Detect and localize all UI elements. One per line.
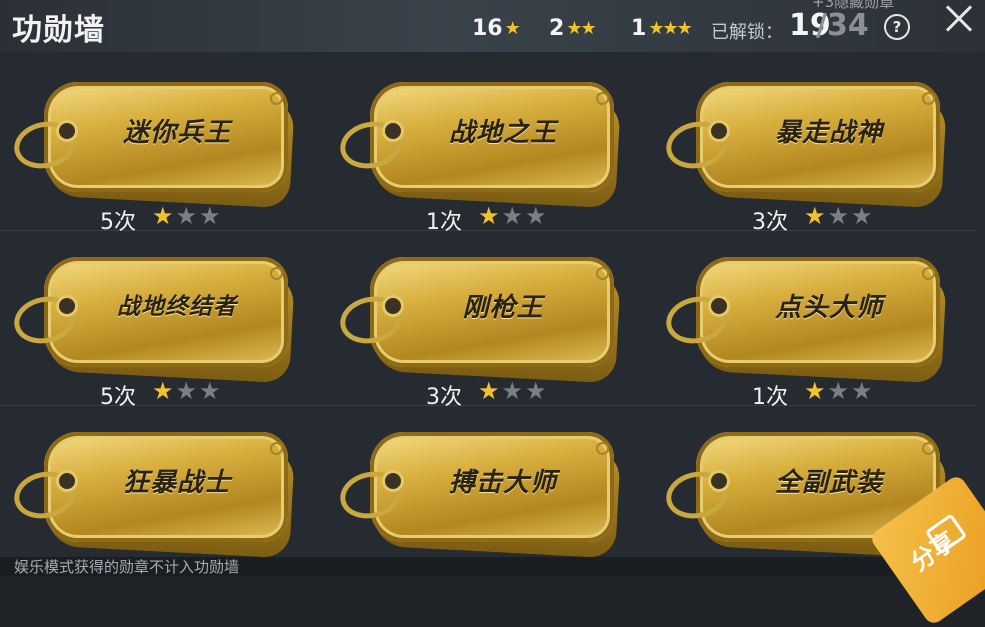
close-icon[interactable]: [940, 0, 978, 38]
tag-dot: [596, 267, 609, 280]
medal-name: 搏击大师: [448, 468, 557, 498]
medal-card[interactable]: 战地终结者 5次 ★★★: [9, 253, 312, 423]
medal-stars: ★★★: [804, 202, 875, 230]
medal-card[interactable]: 点头大师 1次 ★★★: [661, 253, 964, 423]
medal-count: 5次: [100, 210, 136, 235]
medal-count: 3次: [752, 210, 788, 235]
tag-dot: [270, 92, 283, 105]
three-star-count: 1: [631, 15, 647, 41]
unlock-label: 已解锁：: [711, 22, 783, 43]
star-icon: ★: [827, 202, 852, 230]
one-star-stat: 16 ★: [472, 14, 521, 42]
two-star-count: 2: [549, 15, 565, 41]
medal-stars: ★★★: [478, 202, 549, 230]
medal-count: 5次: [100, 385, 136, 410]
two-star-stat: 2 ★★: [549, 14, 597, 42]
tag-dot: [596, 442, 609, 455]
footer-note: 娱乐模式获得的勋章不计入功勋墙: [0, 557, 985, 577]
medal-count: 3次: [426, 385, 462, 410]
star-icon: ★: [175, 202, 200, 230]
star-icon: ★: [804, 202, 828, 230]
star-icon: ★: [152, 202, 176, 230]
medal-name: 迷你兵王: [122, 118, 231, 148]
medal-card[interactable]: 迷你兵王 5次 ★★★: [9, 78, 312, 248]
star-icon: ★: [501, 202, 526, 230]
tag-dot: [922, 442, 935, 455]
tag-dot: [922, 92, 935, 105]
star-icon: ★: [478, 377, 502, 405]
star-icon: ★: [804, 377, 828, 405]
medal-stars: ★★★: [152, 202, 223, 230]
tag-dot: [270, 442, 283, 455]
star-icon: ★★: [566, 17, 596, 39]
medal-name: 狂暴战士: [122, 468, 231, 498]
medal-name: 全副武装: [774, 468, 883, 498]
tag-dot: [922, 267, 935, 280]
medal-stars: ★★★: [152, 377, 223, 405]
unlock-total: /34: [816, 8, 869, 43]
star-icon: ★★★: [648, 17, 692, 39]
star-icon: ★: [827, 377, 852, 405]
star-icon: ★: [525, 377, 549, 405]
page-title: 功勋墙: [12, 13, 105, 48]
medal-count: 1次: [426, 210, 462, 235]
three-star-stat: 1 ★★★: [631, 14, 693, 42]
medal-name: 战地终结者: [117, 294, 237, 320]
tag-dot: [270, 267, 283, 280]
star-icon: ★: [501, 377, 526, 405]
header-bar: 功勋墙 +3隐藏勋章 16 ★ 2 ★★ 1 ★★★ 已解锁： 19 /34 ?: [0, 0, 985, 52]
star-icon: ★: [851, 202, 875, 230]
star-icon: ★: [152, 377, 176, 405]
star-icon: ★: [851, 377, 875, 405]
medal-name: 战地之王: [448, 118, 557, 148]
star-icon: ★: [478, 202, 502, 230]
star-icon: ★: [199, 202, 223, 230]
one-star-count: 16: [472, 15, 503, 41]
medal-name: 点头大师: [774, 293, 883, 323]
star-icon: ★: [175, 377, 200, 405]
medal-card[interactable]: 战地之王 1次 ★★★: [335, 78, 638, 248]
medal-stars: ★★★: [804, 377, 875, 405]
medal-name: 暴走战神: [774, 118, 883, 148]
medal-count: 1次: [752, 385, 788, 410]
star-icon: ★: [525, 202, 549, 230]
tag-dot: [596, 92, 609, 105]
medal-card[interactable]: 暴走战神 3次 ★★★: [661, 78, 964, 248]
star-icon: ★: [504, 17, 521, 39]
medal-name: 刚枪王: [462, 293, 544, 323]
star-icon: ★: [199, 377, 223, 405]
medal-card[interactable]: 刚枪王 3次 ★★★: [335, 253, 638, 423]
help-icon[interactable]: ?: [884, 14, 910, 40]
medal-stars: ★★★: [478, 377, 549, 405]
